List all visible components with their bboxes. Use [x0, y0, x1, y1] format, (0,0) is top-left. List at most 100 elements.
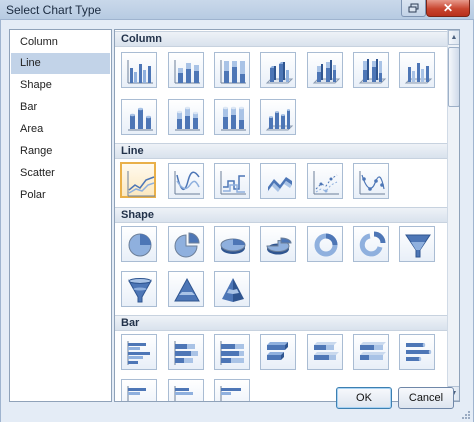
chart-thumb[interactable] [214, 226, 250, 262]
chart-thumb[interactable] [260, 163, 296, 199]
chart-thumb[interactable] [214, 271, 250, 307]
chart-thumb[interactable] [121, 271, 157, 307]
category-item-bar[interactable]: Bar [11, 97, 110, 118]
chart-thumb[interactable] [121, 226, 157, 262]
category-item-area[interactable]: Area [11, 119, 110, 140]
category-item-polar[interactable]: Polar [11, 185, 110, 206]
stacked-bar-chart-icon [174, 341, 198, 365]
resize-grip-icon[interactable] [461, 410, 471, 420]
title-bar: Select Chart Type ✕ [0, 0, 474, 20]
3d-pyramid-chart-icon [222, 278, 244, 302]
3d-column-chart-icon [265, 62, 294, 84]
close-icon: ✕ [442, 1, 454, 15]
chart-thumb-selected[interactable] [120, 162, 156, 198]
chart-thumb[interactable] [168, 52, 204, 88]
chart-thumb[interactable] [168, 379, 204, 401]
stacked-cylinder-chart-icon [175, 106, 200, 131]
dialog-body: Column Line Shape Bar Area Range Scatter… [0, 20, 474, 422]
3d-full-stacked-column-chart-icon [358, 59, 387, 84]
chart-thumb[interactable] [214, 99, 250, 135]
exploded-pie-chart-icon [174, 232, 200, 258]
pyramid-chart-icon [174, 277, 200, 302]
3d-stacked-bar-chart-icon [314, 342, 339, 360]
chart-thumb[interactable] [307, 226, 343, 262]
3d-clustered-column-chart-icon [404, 63, 433, 84]
bar-chart-icon [220, 386, 241, 401]
3d-pie-chart-icon [220, 238, 246, 254]
3d-cylinder-chart-icon [265, 109, 294, 131]
chart-thumb[interactable] [214, 379, 250, 401]
section-header-column: Column [115, 31, 447, 47]
line-chart-icon [127, 171, 155, 197]
ok-button[interactable]: OK [336, 387, 392, 409]
pie-chart-icon [128, 233, 152, 257]
cylinder-bar-chart-icon [406, 343, 432, 361]
close-button[interactable]: ✕ [426, 0, 470, 17]
chart-thumb[interactable] [260, 99, 296, 135]
chart-thumb[interactable] [168, 163, 204, 199]
scroll-thumb[interactable] [448, 47, 459, 107]
window-title: Select Chart Type [6, 3, 102, 17]
chart-type-gallery: Column Line Shape Bar ▲ ▼ [114, 29, 460, 402]
3d-bar-chart-icon [267, 342, 288, 360]
chart-thumb[interactable] [260, 334, 296, 370]
category-item-range[interactable]: Range [11, 141, 110, 162]
chart-thumb[interactable] [168, 226, 204, 262]
chart-thumb[interactable] [399, 334, 435, 370]
exploded-doughnut-chart-icon [359, 231, 386, 257]
category-item-shape[interactable]: Shape [11, 75, 110, 96]
category-item-scatter[interactable]: Scatter [11, 163, 110, 184]
gallery-scrollbar[interactable]: ▲ ▼ [447, 30, 459, 401]
cylinder-column-chart-icon [128, 107, 153, 131]
chart-thumb[interactable] [168, 334, 204, 370]
chart-thumb[interactable] [214, 334, 250, 370]
spline-point-chart-icon [359, 171, 385, 195]
category-item-column[interactable]: Column [11, 32, 110, 53]
chart-category-list[interactable]: Column Line Shape Bar Area Range Scatter… [9, 29, 112, 402]
chart-thumb[interactable] [353, 226, 389, 262]
full-stacked-cylinder-chart-icon [221, 106, 246, 131]
3d-exploded-pie-chart-icon [266, 237, 292, 255]
chart-thumb[interactable] [121, 379, 157, 401]
3d-line-chart-icon [266, 177, 292, 194]
category-item-line[interactable]: Line [11, 53, 110, 74]
column-chart-icon [127, 60, 153, 84]
chart-thumb[interactable] [353, 52, 389, 88]
section-header-line: Line [115, 143, 447, 159]
chart-thumb[interactable] [353, 334, 389, 370]
bar-chart-icon [127, 341, 150, 365]
chart-thumb[interactable] [260, 226, 296, 262]
chart-thumb[interactable] [399, 52, 435, 88]
bar-chart-icon [174, 386, 193, 401]
scroll-up-button[interactable]: ▲ [448, 30, 459, 45]
chart-thumb[interactable] [307, 52, 343, 88]
chart-thumb[interactable] [168, 271, 204, 307]
bar-chart-icon [127, 386, 146, 401]
chart-thumb[interactable] [121, 99, 157, 135]
chart-thumb[interactable] [168, 99, 204, 135]
spline-chart-icon [174, 171, 200, 195]
restore-icon [408, 3, 419, 13]
chart-thumb[interactable] [121, 334, 157, 370]
chart-thumb[interactable] [214, 163, 250, 199]
3d-stacked-column-chart-icon [312, 60, 341, 84]
section-header-bar: Bar [115, 315, 447, 331]
doughnut-chart-icon [314, 233, 338, 257]
chart-thumb[interactable] [121, 52, 157, 88]
chart-thumb[interactable] [353, 163, 389, 199]
full-stacked-column-chart-icon [220, 60, 246, 84]
chart-thumb[interactable] [399, 226, 435, 262]
arrow-up-icon: ▲ [450, 34, 458, 41]
chart-thumb[interactable] [260, 52, 296, 88]
stacked-column-chart-icon [174, 60, 200, 84]
3d-full-stacked-bar-chart-icon [360, 342, 386, 360]
3d-funnel-chart-icon [128, 278, 152, 303]
chart-thumb[interactable] [307, 334, 343, 370]
restore-button[interactable] [401, 0, 426, 17]
chart-thumb[interactable] [307, 163, 343, 199]
chart-thumb[interactable] [214, 52, 250, 88]
cancel-button[interactable]: Cancel [398, 387, 454, 409]
point-line-chart-icon [313, 171, 339, 195]
full-stacked-bar-chart-icon [220, 341, 244, 365]
section-header-shape: Shape [115, 207, 447, 223]
